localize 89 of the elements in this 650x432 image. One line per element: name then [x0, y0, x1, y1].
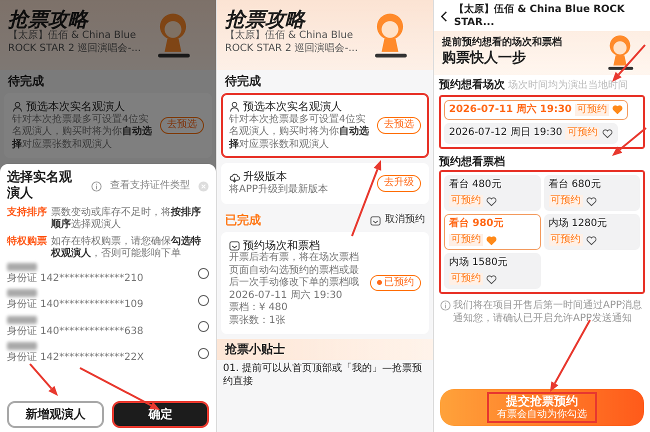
task-title: 预约场次和票档 — [243, 238, 320, 252]
heart-icon — [486, 196, 497, 206]
heart-icon — [486, 274, 497, 284]
calendar-icon — [370, 214, 381, 226]
option-label: 内场 1280元 — [548, 218, 608, 231]
radio-button[interactable] — [198, 348, 209, 359]
task-detail: 票档：¥ 480 — [229, 302, 289, 314]
note-text: 如存在特权购票，请您确保勾选特权观演人，否则可能影响下单 — [51, 236, 202, 260]
page-title: 【太原】伍佰 & China Blue ROCK STAR... — [454, 4, 626, 29]
blurred-name — [7, 342, 37, 350]
note-tag: 支持排序 — [7, 206, 47, 232]
section-title: 已完成 — [225, 212, 261, 228]
status-tag: 可预约 — [548, 194, 582, 208]
radio-button[interactable] — [198, 268, 209, 280]
help-link[interactable]: 查看支持证件类型 — [110, 180, 190, 192]
option-label: 看台 480元 — [449, 179, 502, 192]
radio-button[interactable] — [198, 321, 209, 332]
task-description: 针对本次抢票最多可设置4位实名观演人，购买时将为你自动选择对应票张数和观演人 — [12, 114, 153, 152]
status-tag: 可预约 — [449, 194, 483, 208]
annotation-arrow — [612, 44, 646, 82]
banner-title: 购票快人一步 — [442, 50, 527, 67]
section-title: 预约想看票档 — [439, 154, 505, 168]
id-number: 身份证 142*************210 — [7, 272, 144, 285]
option-chip[interactable]: 看台 680元 可预约 — [544, 175, 640, 212]
submit-hint: 有票会自动为你勾选 — [497, 408, 587, 421]
calendar-icon — [229, 240, 240, 251]
event-name: ROCK STAR 2 巡回演唱会-... — [8, 42, 141, 55]
heart-icon — [586, 196, 596, 206]
status-tag: 可预约 — [565, 127, 600, 140]
status-tag: 可预约 — [449, 234, 483, 246]
status-dot — [377, 280, 382, 286]
task-detail: 2026-07-11 周六 19:30 — [229, 290, 344, 302]
event-name: ROCK STAR 2 巡回演唱会-... — [225, 42, 358, 55]
radio-button[interactable] — [198, 294, 209, 306]
heart-icon — [586, 234, 596, 246]
close-icon — [198, 180, 209, 192]
filled-heart-icon — [486, 234, 497, 246]
status-tag: 可预约 — [449, 272, 483, 286]
tips-title: 抢票小贴士 — [217, 339, 433, 360]
task-detail: 票张数：1张 — [229, 314, 286, 328]
info-icon — [91, 180, 102, 192]
option-label: 内场 1580元 — [449, 257, 508, 270]
person-icon — [229, 101, 240, 112]
task-description: 将APP升级到最新版本 — [229, 184, 329, 196]
id-number: 身份证 142*************22X — [7, 352, 144, 364]
task-title: 预选本次实名观演人 — [26, 100, 125, 114]
submit-label: 提交抢票预约 — [506, 394, 578, 408]
option-chip[interactable]: 内场 1280元 可预约 — [544, 214, 640, 250]
task-description: 开票后若有票，将在场次票档页面自动勾选预约的票档或最后一次手动修改下单的票档哦 — [229, 252, 360, 290]
blurred-name — [7, 289, 37, 297]
notice-text: 我们将在项目开售后第一时间通过APP消息通知您，请确认已开启允许APP发送通知 — [453, 300, 643, 326]
status-tag: 可预约 — [574, 104, 609, 116]
id-number: 身份证 140*************109 — [7, 299, 144, 312]
add-viewer-button[interactable]: 新增观演人 — [7, 401, 104, 428]
option-chip[interactable]: 内场 1580元 可预约 — [444, 253, 540, 290]
option-label: 2026-07-11 周六 19:30 — [449, 104, 572, 116]
option-label: 2026-07-12 周日 19:30 — [449, 127, 562, 140]
heart-icon — [602, 128, 614, 139]
event-name: 【太原】伍佰 & China Blue — [225, 30, 354, 42]
option-label: 看台 680元 — [548, 179, 601, 192]
task-description: 针对本次抢票最多可设置4位实名观演人，购买时将为你自动选择对应票张数和观演人 — [229, 114, 370, 152]
info-icon — [440, 300, 451, 312]
confirm-button[interactable]: 确定 — [112, 401, 209, 428]
blurred-name — [7, 262, 37, 270]
option-label: 看台 980元 — [449, 218, 504, 231]
person-icon — [12, 101, 23, 112]
option-chip[interactable]: 看台 480元 可预约 — [444, 175, 540, 212]
event-name: 【太原】伍佰 & China Blue — [8, 30, 138, 42]
note-tag: 特权购票 — [7, 236, 47, 260]
section-title: 待完成 — [6, 73, 45, 90]
task-title: 升级版本 — [243, 170, 287, 184]
logo-title: 抢票攻略 — [225, 8, 306, 30]
annotation-arrow — [29, 363, 58, 396]
section-title: 待完成 — [225, 74, 261, 89]
id-number: 身份证 140*************638 — [7, 326, 144, 338]
logo-title: 抢票攻略 — [8, 8, 90, 30]
option-chip[interactable]: 2026-07-12 周日 19:30 可预约 — [444, 123, 618, 144]
section-hint: 场次时间均为演出当地时间 — [508, 80, 628, 92]
filled-heart-icon — [612, 104, 623, 116]
section-title: 预约想看场次 — [439, 78, 505, 92]
note-text: 票数变动或库存不足时，将按排序顺序选择观演人 — [51, 206, 202, 232]
status-tag: 可预约 — [548, 234, 582, 246]
tip-text: 01. 提前可以从首页顶部或「我的」—抢票预约直接 — [222, 362, 424, 389]
banner-subtitle: 提前预约想看的场次和票档 — [442, 37, 562, 50]
cancel-link[interactable]: 取消预约 — [385, 214, 425, 226]
cloud-icon — [229, 172, 240, 183]
sheet-title: 选择实名观演人 — [7, 170, 73, 202]
blurred-name — [7, 316, 37, 324]
task-title: 预选本次实名观演人 — [243, 100, 342, 114]
